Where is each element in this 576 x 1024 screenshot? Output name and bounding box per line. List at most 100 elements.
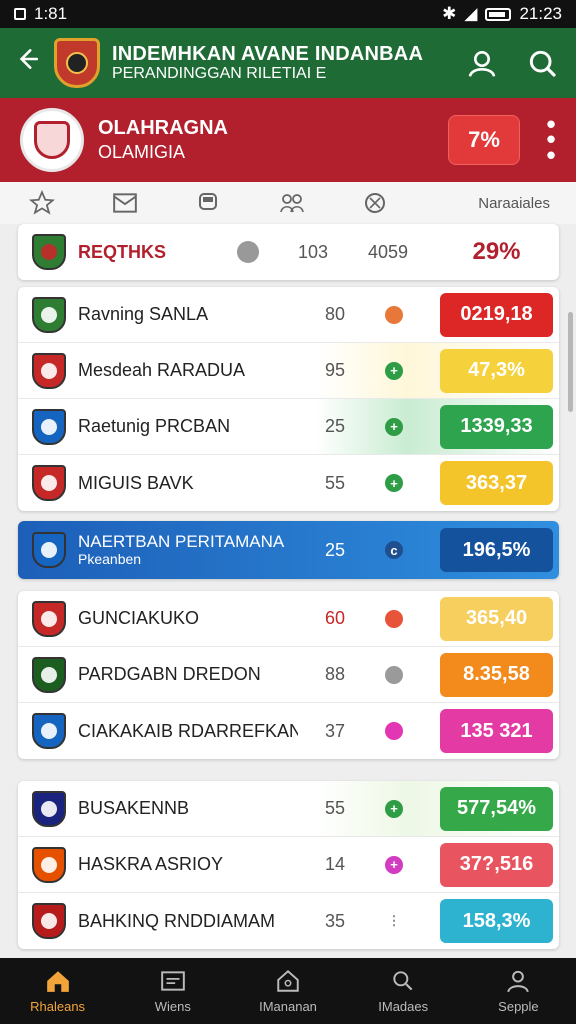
row-number: 55: [324, 472, 346, 493]
status-dot: +: [385, 799, 403, 818]
value-badge: 363,37: [440, 461, 553, 505]
value-badge: 196,5%: [440, 528, 553, 572]
home-icon: [46, 970, 69, 992]
table-row[interactable]: Mesdeah RARADUA 95 +47,3%: [18, 343, 559, 399]
standings-group: GUNCIAKUKO 60 365,40 PARDGABN DREDON 88 8.35,…: [18, 591, 559, 759]
value-badge: 47,3%: [440, 348, 553, 393]
status-dot: [385, 665, 403, 684]
table-row[interactable]: BUSAKENNB 55 +577,54%: [18, 781, 559, 837]
team-header: OLAHRAGNA OLAMIGIA 7% • • •: [0, 98, 576, 182]
team-name-text: Mesdeah RARADUA: [78, 360, 246, 380]
battery-icon: [485, 7, 512, 21]
status-dot: [385, 722, 403, 740]
nav-search[interactable]: IMadaes: [346, 958, 461, 1024]
value-badge: 577,54%: [440, 786, 553, 831]
summary-code: 4059: [367, 241, 409, 262]
mail-icon: [160, 970, 185, 991]
team-name-text: Ravning SANLA: [78, 304, 209, 324]
search-icon[interactable]: [522, 43, 562, 83]
row-number: 35: [324, 910, 346, 931]
more-options-icon[interactable]: • • •: [546, 111, 556, 168]
back-arrow-icon[interactable]: [14, 46, 54, 80]
row-number: 25: [324, 416, 346, 436]
search-icon: [393, 970, 413, 990]
table-row[interactable]: Ravning SANLA 80 0219,18: [18, 287, 559, 343]
team-name: CIAKAKAIB RDARREFKAN: [78, 721, 298, 742]
value-badge: 1339,33: [440, 404, 553, 449]
players-icon[interactable]: [250, 191, 333, 215]
percent-badge[interactable]: 7%: [448, 115, 520, 165]
nav-matches[interactable]: IMananan: [230, 958, 345, 1024]
team-subtitle: Pkeanben: [78, 550, 142, 567]
team-subname: OLAMIGIA: [98, 142, 186, 163]
envelope-icon[interactable]: [83, 192, 166, 214]
bus-icon[interactable]: [167, 191, 250, 215]
summary-value: 29%: [472, 238, 521, 265]
row-number: 37: [324, 720, 346, 741]
status-bar: 1:81 ✱ ◢ 21:23: [0, 0, 576, 28]
nav-home[interactable]: Rhaleans: [0, 958, 115, 1024]
team-name: BUSAKENNB: [78, 798, 298, 819]
team-name: OLAHRAGNA: [98, 117, 228, 140]
status-dot: +: [385, 361, 403, 380]
tab-rankings[interactable]: Naraaiales: [417, 195, 576, 212]
team-crest-icon: [32, 465, 66, 501]
summary-row[interactable]: REQTHKS 103 4059 29%: [18, 224, 559, 280]
row-number: 25: [324, 539, 346, 560]
row-number: 60: [324, 608, 346, 628]
status-dot: +: [385, 417, 403, 436]
status-dot-icon: +: [372, 361, 416, 380]
team-name-text: BUSAKENNB: [78, 798, 190, 818]
team-name-text: NAERTBAN PERITAMANA: [78, 532, 285, 551]
table-row[interactable]: HASKRA ASRIOY 14 +37?,516: [18, 837, 559, 893]
app-bar: INDEMHKAN AVANE INDANBAA PERANDINGGAN RI…: [0, 28, 576, 98]
table-row[interactable]: BAHKINQ RNDDIAMAM 35 ⋮ 158,3%: [18, 893, 559, 949]
status-dot-icon: +: [372, 417, 416, 436]
status-dot-icon: +: [372, 855, 416, 874]
team-crest-icon: [32, 352, 66, 389]
table-row[interactable]: Raetunig PRCBAN 25 +1339,33: [18, 399, 559, 455]
signal-icon: ◢: [464, 4, 478, 23]
team-name: PARDGABN DREDON: [78, 664, 298, 685]
person-icon[interactable]: [462, 43, 502, 83]
status-dot: ⋮: [385, 912, 403, 930]
nav-label-messages: Wiens: [154, 998, 191, 1014]
row-number: 95: [324, 360, 346, 380]
nav-messages[interactable]: Wiens: [115, 958, 230, 1024]
table-row[interactable]: NAERTBAN PERITAMANA Pkeanben 25 c 196,5%: [18, 521, 559, 579]
team-name-text: Raetunig PRCBAN: [78, 416, 231, 436]
team-name-text: MIGUIS BAVK: [78, 472, 194, 493]
status-dot: c: [385, 541, 403, 559]
star-icon[interactable]: [0, 190, 83, 216]
ball-icon[interactable]: [333, 191, 416, 215]
table-row[interactable]: PARDGABN DREDON 88 8.35,58: [18, 647, 559, 703]
team-name-text: CIAKAKAIB RDARREFKAN: [78, 720, 298, 741]
team-name: MIGUIS BAVK: [78, 473, 298, 494]
team-name-text: PARDGABN DREDON: [78, 664, 261, 684]
bluetooth-icon: ✱: [442, 4, 457, 23]
status-dot-icon: [372, 722, 416, 740]
team-crest-icon: [32, 234, 66, 270]
app-subtitle: PERANDINGGAN RILETIAI E: [112, 65, 327, 83]
standings-group: BUSAKENNB 55 +577,54% HASKRA ASRIOY 14 +37?,5…: [18, 781, 559, 949]
team-name: NAERTBAN PERITAMANA Pkeanben: [78, 533, 298, 567]
status-dot-icon: ⋮: [372, 912, 416, 930]
nav-profile[interactable]: Sepple: [461, 958, 576, 1024]
team-crest-icon: [32, 903, 66, 939]
scrollbar[interactable]: [568, 312, 573, 412]
table-row[interactable]: GUNCIAKUKO 60 365,40: [18, 591, 559, 647]
team-crest-icon: [32, 408, 66, 445]
row-number: 14: [324, 854, 346, 874]
table-row[interactable]: CIAKAKAIB RDARREFKAN 37 135 321: [18, 703, 559, 759]
status-time-left: 1:81: [34, 4, 68, 23]
team-name-text: GUNCIAKUKO: [78, 608, 200, 628]
status-dot-icon: +: [372, 474, 416, 492]
status-dot-icon: +: [372, 799, 416, 818]
table-row[interactable]: MIGUIS BAVK 55 +363,37: [18, 455, 559, 511]
team-crest-icon: [32, 656, 66, 693]
team-crest-icon: [32, 600, 66, 637]
standings-group: NAERTBAN PERITAMANA Pkeanben 25 c 196,5%: [18, 521, 559, 579]
team-crest-icon: [32, 790, 66, 827]
summary-name: REQTHKS: [78, 241, 167, 262]
value-badge: 0219,18: [440, 292, 553, 337]
